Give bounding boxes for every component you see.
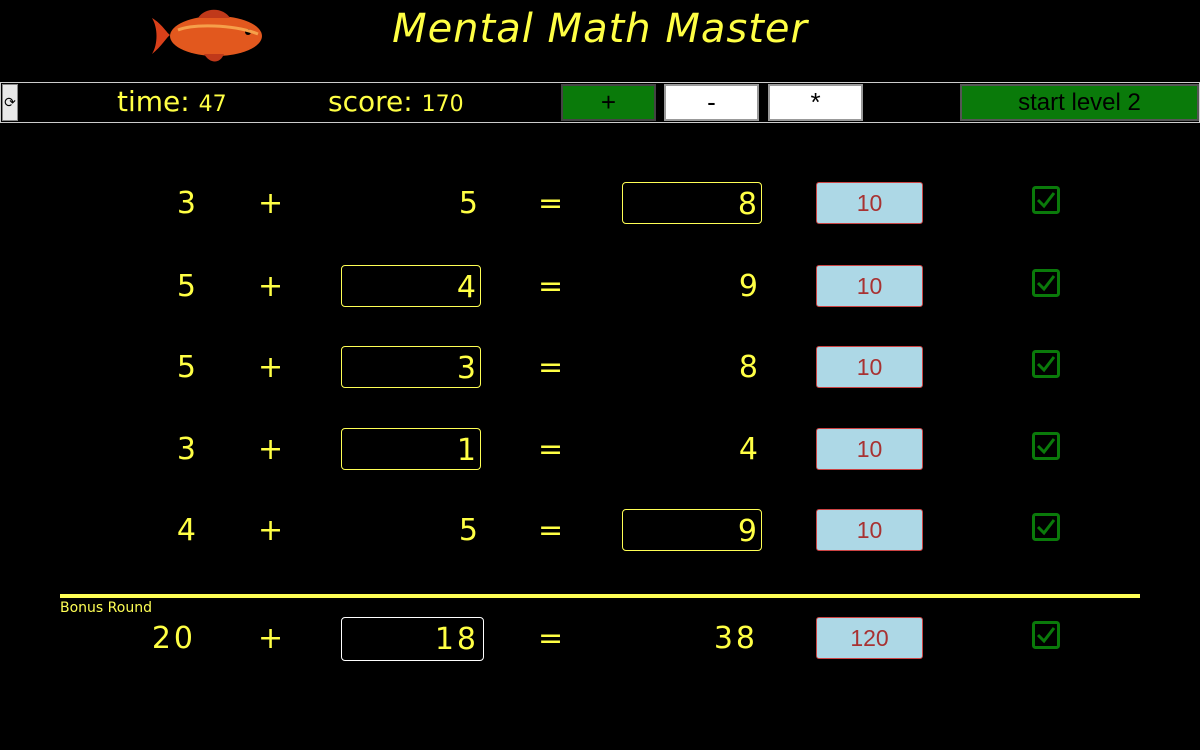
- operand-a: 5: [176, 269, 196, 304]
- toolbar: ⟳ time: 47 score: 170 + - * start level …: [0, 82, 1200, 123]
- equals-sign: =: [538, 432, 564, 467]
- points-badge: 120: [816, 617, 923, 659]
- answer-input[interactable]: 4: [341, 265, 481, 307]
- check-icon: [1032, 432, 1060, 460]
- score-display: score: 170: [328, 85, 464, 118]
- operand-b: 5: [458, 186, 478, 221]
- check-icon: [1032, 186, 1060, 214]
- time-display: time: 47: [117, 85, 227, 118]
- problem-row: 4 + 5 = 9 10: [0, 509, 1200, 553]
- operand-a: 3: [176, 186, 196, 221]
- operand-b: 5: [458, 513, 478, 548]
- result: 8: [738, 350, 758, 385]
- operator: +: [258, 350, 284, 385]
- operand-a: 20: [151, 621, 196, 656]
- equals-sign: =: [538, 350, 564, 385]
- answer-input[interactable]: 9: [622, 509, 762, 551]
- problem-row: 5 + 3 = 8 10: [0, 346, 1200, 390]
- check-icon: [1032, 513, 1060, 541]
- points-badge: 10: [816, 182, 923, 224]
- bonus-row: 20 + 18 = 38 120: [0, 617, 1200, 661]
- refresh-icon[interactable]: ⟳: [2, 84, 18, 121]
- check-icon: [1032, 269, 1060, 297]
- points-badge: 10: [816, 509, 923, 551]
- check-icon: [1032, 621, 1060, 649]
- score-value: 170: [421, 92, 464, 117]
- app-title: Mental Math Master: [392, 6, 808, 52]
- answer-input[interactable]: 1: [341, 428, 481, 470]
- time-label: time:: [117, 85, 190, 118]
- problem-row: 5 + 4 = 9 10: [0, 265, 1200, 309]
- equals-sign: =: [538, 621, 564, 656]
- time-value: 47: [198, 92, 227, 117]
- result: 9: [738, 269, 758, 304]
- problem-row: 3 + 5 = 8 10: [0, 182, 1200, 226]
- points-badge: 10: [816, 346, 923, 388]
- equals-sign: =: [538, 186, 564, 221]
- answer-input[interactable]: 3: [341, 346, 481, 388]
- operator: +: [258, 513, 284, 548]
- result: 38: [713, 621, 758, 656]
- answer-input[interactable]: 18: [341, 617, 484, 661]
- bonus-round-label: Bonus Round: [60, 600, 152, 616]
- problem-row: 3 + 1 = 4 10: [0, 428, 1200, 472]
- operator: +: [258, 269, 284, 304]
- score-label: score:: [328, 85, 413, 118]
- operand-a: 3: [176, 432, 196, 467]
- minus-operator-button[interactable]: -: [664, 84, 759, 121]
- equals-sign: =: [538, 269, 564, 304]
- operator: +: [258, 621, 284, 656]
- points-badge: 10: [816, 265, 923, 307]
- equals-sign: =: [538, 513, 564, 548]
- points-badge: 10: [816, 428, 923, 470]
- bonus-divider: [60, 594, 1140, 598]
- operand-a: 4: [176, 513, 196, 548]
- start-level-button[interactable]: start level 2: [960, 84, 1199, 121]
- check-icon: [1032, 350, 1060, 378]
- result: 4: [738, 432, 758, 467]
- plus-operator-button[interactable]: +: [561, 84, 656, 121]
- operator: +: [258, 432, 284, 467]
- operator: +: [258, 186, 284, 221]
- answer-input[interactable]: 8: [622, 182, 762, 224]
- operand-a: 5: [176, 350, 196, 385]
- header: Mental Math Master: [0, 0, 1200, 80]
- multiply-operator-button[interactable]: *: [768, 84, 863, 121]
